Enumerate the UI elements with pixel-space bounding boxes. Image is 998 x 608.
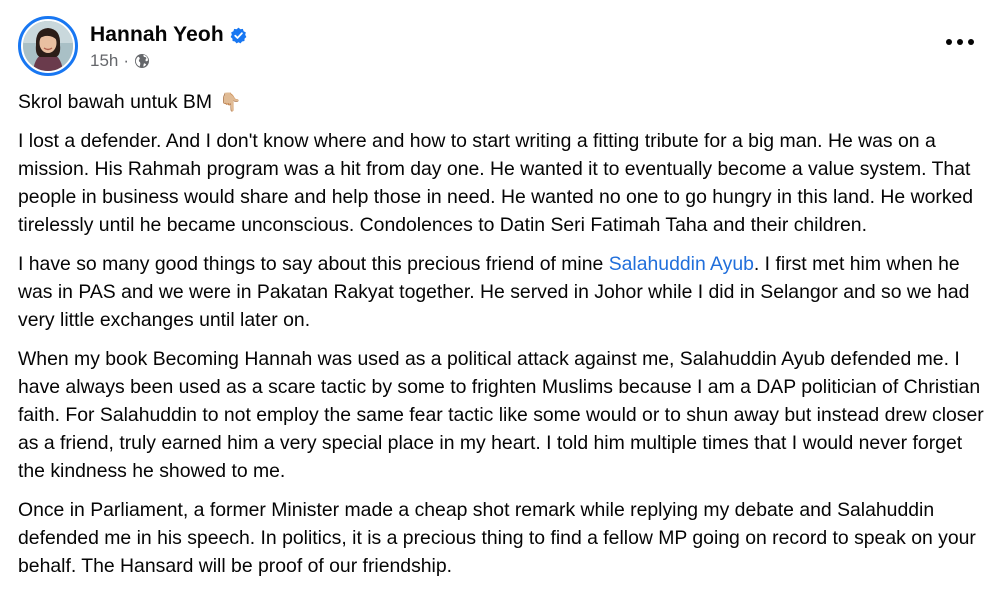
post-paragraph-4: Once in Parliament, a former Minister ma… <box>18 499 976 577</box>
avatar[interactable] <box>23 21 73 71</box>
avatar-photo <box>23 21 73 71</box>
timestamp-row: 15h · <box>90 51 247 71</box>
verified-badge-icon <box>230 27 247 44</box>
post-body: Skrol bawah untuk BM 👇🏼 I lost a defende… <box>18 88 990 591</box>
post-paragraph-3: When my book Becoming Hannah was used as… <box>18 348 984 482</box>
facebook-post: Hannah Yeoh 15h · Skrol bawah untuk BM 👇… <box>0 0 998 608</box>
globe-icon[interactable] <box>134 53 150 69</box>
point-down-emoji-icon: 👇🏼 <box>219 92 242 112</box>
paragraph-2-lead: I have so many good things to say about … <box>18 253 609 275</box>
mention-link-salahuddin-ayub[interactable]: Salahuddin Ayub <box>609 253 754 275</box>
post-header: Hannah Yeoh 15h · <box>18 16 247 76</box>
post-meta: Hannah Yeoh 15h · <box>90 21 247 71</box>
more-dot <box>957 39 963 45</box>
author-row: Hannah Yeoh <box>90 21 247 49</box>
more-dot <box>946 39 952 45</box>
post-paragraph-2: I have so many good things to say about … <box>18 250 990 334</box>
author-name[interactable]: Hannah Yeoh <box>90 23 224 47</box>
more-dot <box>968 39 974 45</box>
post-timestamp[interactable]: 15h <box>90 51 118 71</box>
avatar-story-ring[interactable] <box>18 16 78 76</box>
more-options-icon[interactable] <box>946 30 974 54</box>
post-paragraph-1: I lost a defender. And I don't know wher… <box>18 130 974 236</box>
post-intro: Skrol bawah untuk BM 👇🏼 <box>18 88 990 116</box>
intro-text: Skrol bawah untuk BM <box>18 91 213 113</box>
meta-separator: · <box>123 51 130 70</box>
